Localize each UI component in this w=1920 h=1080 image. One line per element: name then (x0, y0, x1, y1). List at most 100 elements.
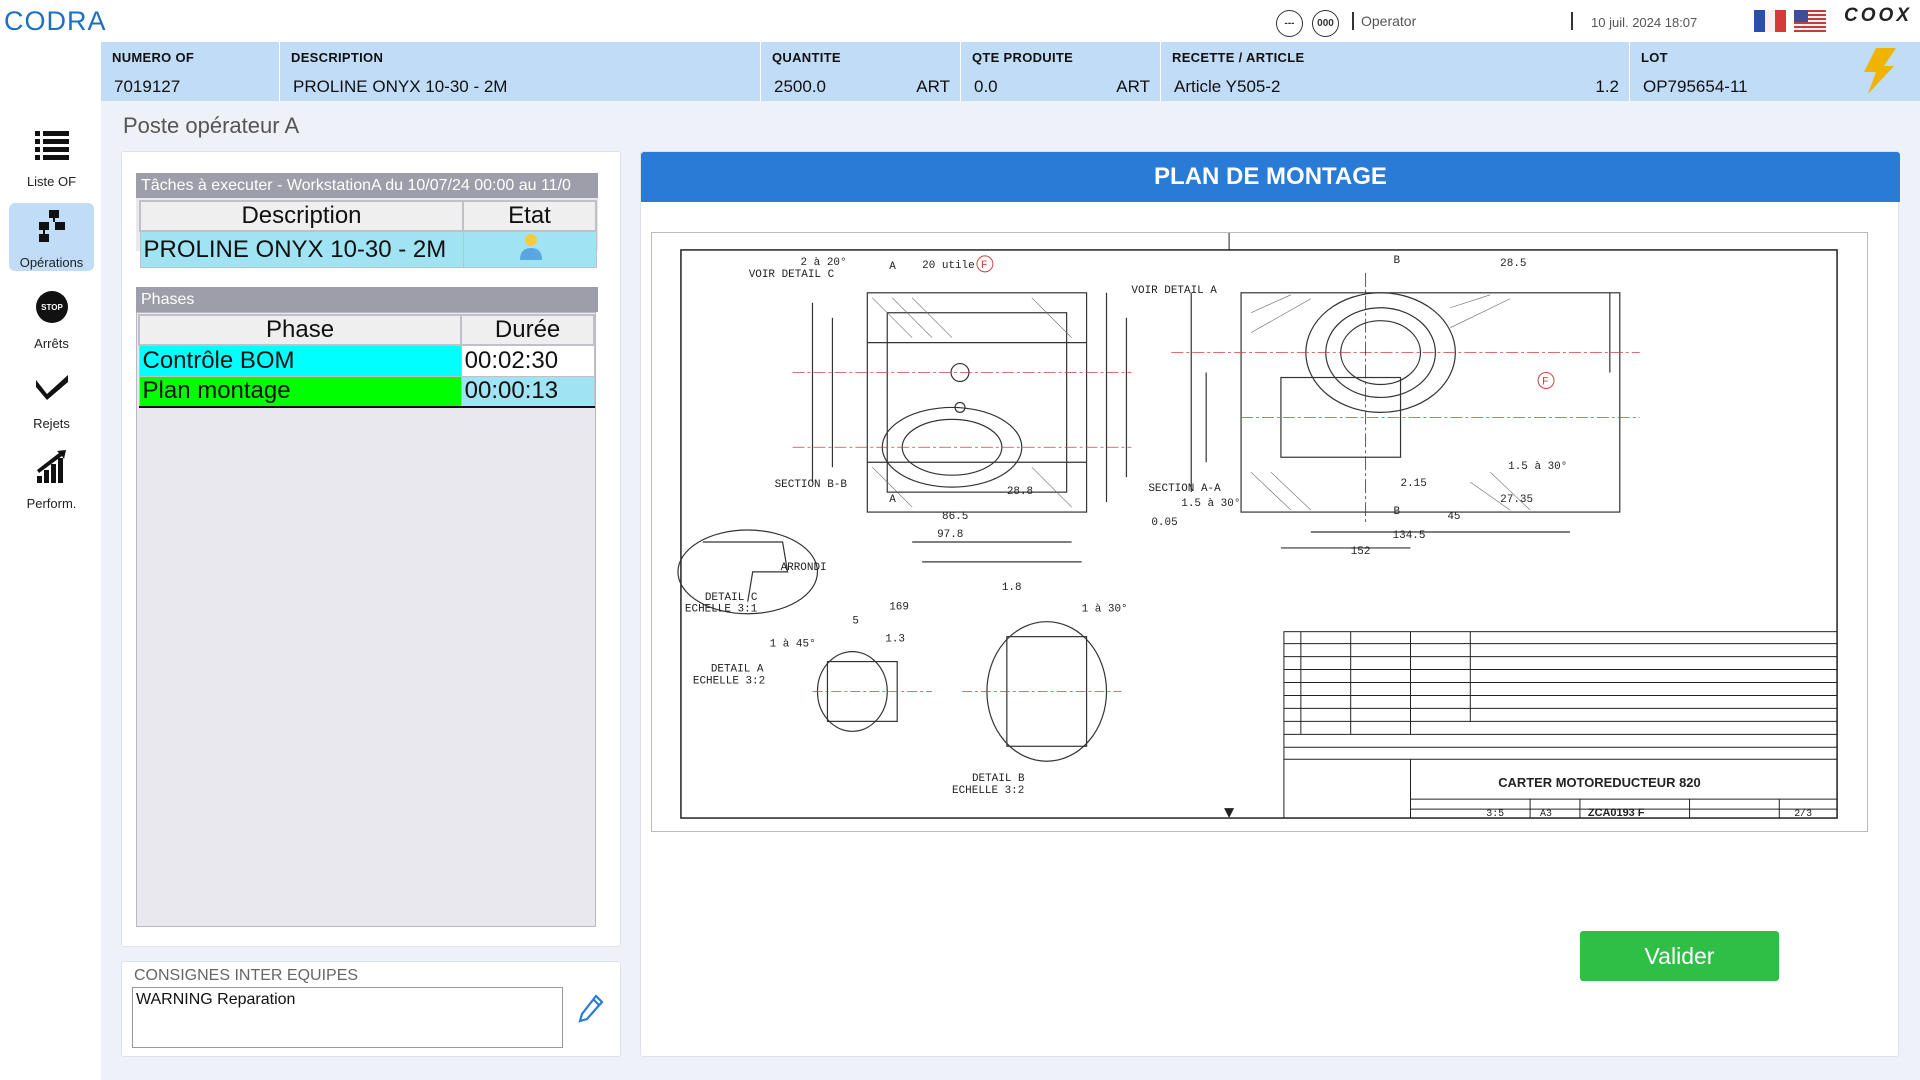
validate-button[interactable]: Valider (1580, 931, 1779, 981)
svg-text:CARTER MOTOREDUCTEUR 820: CARTER MOTOREDUCTEUR 820 (1498, 775, 1700, 790)
tasks-table-container: Description Etat PROLINE ONYX 10-30 - 2M (136, 198, 598, 268)
phase-duration: 00:02:30 (460, 344, 595, 377)
sidebar-item-label: Opérations (19, 255, 84, 270)
svg-text:28.5: 28.5 (1500, 258, 1526, 270)
svg-text:ECHELLE 3:2: ECHELLE 3:2 (952, 785, 1024, 797)
recipe-cell: RECETTE / ARTICLE Article Y505-2 1.2 (1161, 42, 1630, 101)
page-title: Poste opérateur A (123, 113, 300, 138)
svg-text:F: F (981, 260, 988, 272)
svg-text:0.05: 0.05 (1151, 517, 1177, 529)
svg-text:ARRONDI: ARRONDI (781, 562, 827, 574)
svg-text:1.5 à 30°: 1.5 à 30° (1181, 498, 1240, 510)
order-number-cell: NUMERO OF 7019127 (101, 42, 280, 101)
recipe-version: 1.2 (1595, 77, 1619, 96)
lot-value: OP795654-11 (1643, 77, 1748, 96)
plan-title: PLAN DE MONTAGE (641, 152, 1900, 202)
team-instructions-field[interactable]: WARNING Reparation (132, 987, 563, 1048)
sidebar-item-operations[interactable]: Opérations (9, 203, 94, 271)
svg-text:ECHELLE 3:2: ECHELLE 3:2 (693, 675, 765, 687)
task-description[interactable]: PROLINE ONYX 10-30 - 2M (139, 230, 464, 268)
table-row[interactable]: Contrôle BOM 00:02:30 (138, 344, 595, 377)
svg-text:ECHELLE 3:1: ECHELLE 3:1 (685, 604, 758, 616)
pencil-icon[interactable] (578, 994, 604, 1024)
svg-text:DETAIL B: DETAIL B (972, 773, 1025, 785)
produced-quantity-label: QTE PRODUITE (972, 50, 1074, 65)
svg-text:SECTION B-B: SECTION B-B (775, 479, 848, 491)
column-header-state: Etat (462, 200, 597, 232)
svg-text:VOIR DETAIL A: VOIR DETAIL A (1131, 285, 1217, 297)
svg-text:2/3: 2/3 (1794, 808, 1812, 819)
sidebar-item-perform[interactable]: Perform. (9, 444, 94, 512)
tasks-table: Description Etat PROLINE ONYX 10-30 - 2M (139, 200, 597, 268)
svg-text:B: B (1394, 255, 1401, 267)
order-number-label: NUMERO OF (112, 50, 195, 65)
quantity-label: QUANTITE (772, 50, 841, 65)
team-instructions-label: CONSIGNES INTER EQUIPES (134, 967, 359, 984)
performance-icon (9, 448, 94, 486)
datetime: 10 juil. 2024 18:07 (1591, 15, 1698, 30)
svg-text:VOIR DETAIL C: VOIR DETAIL C (749, 269, 835, 281)
svg-text:28.8: 28.8 (1007, 486, 1033, 498)
sidebar-item-rejets[interactable]: Rejets (9, 364, 94, 432)
svg-text:152: 152 (1351, 546, 1371, 558)
recipe-label: RECETTE / ARTICLE (1172, 50, 1305, 65)
table-row[interactable]: PROLINE ONYX 10-30 - 2M (139, 230, 597, 268)
phases-table: Phase Durée Contrôle BOM 00:02:30 Plan m… (137, 314, 595, 408)
phase-name[interactable]: Contrôle BOM (138, 344, 462, 377)
separator (1352, 12, 1354, 30)
svg-text:F: F (1542, 376, 1549, 388)
phases-header: Phases (136, 287, 598, 312)
produced-quantity-cell: QTE PRODUITE 0.0 ART (961, 42, 1161, 101)
column-header-duration: Durée (460, 314, 595, 346)
svg-text:134.5: 134.5 (1393, 530, 1426, 542)
phase-duration: 00:00:13 (460, 375, 595, 408)
description-cell: DESCRIPTION PROLINE ONYX 10-30 - 2M (280, 42, 761, 101)
quantity-value: 2500.0 (774, 77, 826, 96)
order-info-bar: NUMERO OF 7019127 DESCRIPTION PROLINE ON… (101, 42, 1920, 101)
operator-name: Operator (1361, 13, 1417, 29)
status-indicator-2[interactable]: 000 (1312, 10, 1339, 37)
sidebar-item-label: Liste OF (26, 174, 77, 189)
sidebar-item-label: Rejets (33, 416, 70, 431)
svg-text:169: 169 (889, 602, 909, 614)
sidebar-item-arrets[interactable]: STOP Arrêts (9, 284, 94, 352)
status-indicator-1[interactable]: --- (1276, 10, 1303, 37)
stop-icon: STOP (9, 288, 94, 326)
svg-text:3:5: 3:5 (1486, 808, 1504, 819)
sidebar: Liste OF Opérations STOP Arrêts Rejets P… (0, 42, 101, 1080)
order-number-value: 7019127 (114, 77, 181, 96)
svg-text:B: B (1394, 506, 1401, 518)
phase-name[interactable]: Plan montage (138, 375, 462, 408)
operator-icon (520, 234, 542, 260)
svg-text:2.15: 2.15 (1401, 478, 1427, 490)
column-header-description: Description (139, 200, 464, 232)
brand-logo: COOX (1844, 5, 1912, 26)
column-header-phase: Phase (137, 314, 463, 346)
sidebar-item-liste-of[interactable]: Liste OF (9, 122, 94, 190)
description-label: DESCRIPTION (291, 50, 384, 65)
french-flag-icon[interactable] (1754, 10, 1786, 32)
us-flag-icon[interactable] (1794, 10, 1826, 32)
tasks-panel: Tâches à executer - WorkstationA du 10/0… (121, 151, 621, 947)
quantity-cell: QUANTITE 2500.0 ART (761, 42, 961, 101)
svg-text:A3: A3 (1540, 808, 1552, 819)
task-state (462, 230, 597, 268)
svg-text:DETAIL A: DETAIL A (711, 664, 764, 676)
description-value: PROLINE ONYX 10-30 - 2M (293, 77, 508, 96)
app-logo: CODRA (4, 6, 107, 36)
quantity-unit: ART (916, 77, 950, 96)
svg-text:A: A (889, 494, 896, 506)
produced-quantity-unit: ART (1116, 77, 1150, 96)
produced-quantity-value: 0.0 (974, 77, 998, 96)
svg-text:A: A (889, 261, 896, 273)
list-icon (9, 126, 94, 164)
technical-drawing: VOIR DETAIL C 2 à 20° 20 utile F SECTION… (651, 232, 1868, 832)
lot-cell: LOT OP795654-11 (1630, 42, 1920, 101)
svg-text:1.3: 1.3 (885, 634, 905, 646)
lightning-icon[interactable] (1862, 48, 1896, 94)
operations-icon (9, 207, 94, 245)
svg-text:27.35: 27.35 (1500, 494, 1533, 506)
sidebar-item-label: Perform. (26, 496, 77, 511)
svg-text:45: 45 (1447, 511, 1460, 523)
table-row[interactable]: Plan montage 00:00:13 (138, 375, 595, 408)
